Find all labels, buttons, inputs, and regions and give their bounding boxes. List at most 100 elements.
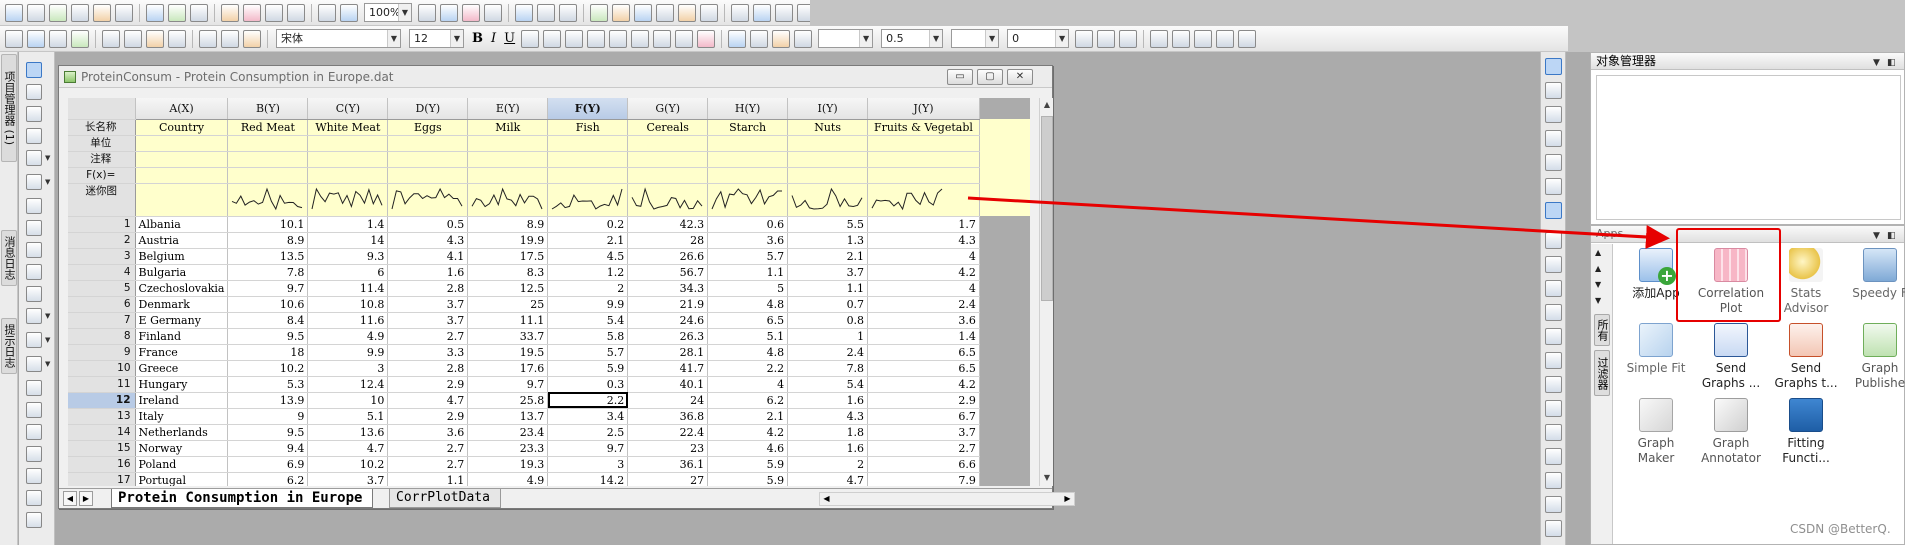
data-cell[interactable]: Poland <box>135 456 229 473</box>
data-cell[interactable]: Czechoslovakia <box>135 280 229 297</box>
row-header[interactable]: 4 <box>68 264 136 281</box>
meta-cell[interactable] <box>135 167 229 184</box>
pin-icon[interactable]: ◧ <box>1887 228 1896 244</box>
data-cell[interactable]: 23.3 <box>467 440 549 457</box>
fill-color-icon[interactable] <box>728 29 747 48</box>
data-cell[interactable]: 14 <box>307 232 389 249</box>
data-cell[interactable]: 2.8 <box>387 280 469 297</box>
meta-cell[interactable] <box>467 167 549 184</box>
data-cell[interactable]: 6 <box>307 264 389 281</box>
data-cell[interactable]: 3.4 <box>547 408 629 425</box>
worksheet-grid[interactable]: A(X) B(Y) C(Y) D(Y) E(Y) F(Y) G(Y) H(Y) I(Y) J(Y)… <box>68 98 1030 486</box>
data-cell[interactable]: 1.8 <box>787 424 869 441</box>
sheet-tab-protein-consumption[interactable]: Protein Consumption in Europe <box>111 489 374 508</box>
meta-row-label[interactable]: 注释 <box>68 151 136 168</box>
sparkline-cell[interactable] <box>307 183 389 217</box>
data-cell[interactable]: 5.9 <box>707 472 789 486</box>
apps-tab-filter[interactable]: 过滤器 <box>1594 350 1610 396</box>
save-template-icon[interactable] <box>287 3 305 22</box>
data-cell[interactable]: 13.5 <box>227 248 309 265</box>
row-header[interactable]: 12 <box>68 392 136 409</box>
data-cell[interactable]: 2.1 <box>547 232 629 249</box>
data-cell[interactable]: 4.7 <box>787 472 869 486</box>
grid-icon[interactable] <box>1545 400 1562 417</box>
statistics-plot-icon[interactable] <box>1545 202 1562 219</box>
insert-table-icon[interactable] <box>26 424 42 440</box>
data-cell[interactable]: 8.3 <box>467 264 549 281</box>
add-column-icon[interactable] <box>731 3 749 22</box>
data-cell[interactable]: 4.2 <box>867 264 980 281</box>
maximize-button[interactable]: ▢ <box>977 69 1003 85</box>
scroll-right-icon[interactable]: ▶ <box>1061 493 1074 505</box>
decrease-font-icon[interactable] <box>631 29 650 48</box>
row-header[interactable]: 7 <box>68 312 136 329</box>
layer-add-icon[interactable] <box>1545 232 1562 249</box>
data-cell[interactable]: 5.1 <box>707 328 789 345</box>
project-explorer-tab[interactable]: 项目管理器 (1) <box>1 54 17 162</box>
grid-lines-icon[interactable] <box>1097 29 1116 48</box>
app-graph-annotator[interactable]: Graph Annotator <box>1694 398 1768 473</box>
data-cell[interactable]: 1 <box>787 328 869 345</box>
data-cell[interactable]: 23.4 <box>467 424 549 441</box>
print-graph-icon[interactable] <box>1545 496 1562 513</box>
object-manager-tree[interactable] <box>1596 75 1901 220</box>
data-cell[interactable]: 19.9 <box>467 232 549 249</box>
symbol-icon[interactable] <box>794 29 813 48</box>
meta-cell[interactable] <box>867 151 980 168</box>
batch-plot-icon[interactable] <box>340 3 358 22</box>
paste-icon[interactable] <box>243 29 261 48</box>
scroll-left-icon[interactable]: ◀ <box>820 493 833 505</box>
data-cell[interactable]: 6.5 <box>707 312 789 329</box>
long-name-cell[interactable]: Cereals <box>627 119 709 136</box>
long-name-cell[interactable]: Nuts <box>787 119 869 136</box>
open-icon[interactable] <box>146 3 164 22</box>
data-cell[interactable]: 4.8 <box>707 296 789 313</box>
data-cell[interactable]: Portugal <box>135 472 229 486</box>
data-cell[interactable]: 4 <box>867 280 980 297</box>
data-cell[interactable]: 0.3 <box>547 376 629 393</box>
data-cell[interactable]: 2.8 <box>387 360 469 377</box>
data-cell[interactable]: 10.2 <box>227 360 309 377</box>
long-name-cell[interactable]: Fruits & Vegetabl <box>867 119 980 136</box>
sparkline-cell[interactable] <box>227 183 309 217</box>
meta-cell[interactable] <box>707 151 789 168</box>
row-height-icon[interactable] <box>1172 29 1191 48</box>
sparkline-icon[interactable] <box>797 3 810 22</box>
data-cell[interactable]: 2.7 <box>867 440 980 457</box>
arrow-tool-icon[interactable] <box>26 308 42 324</box>
increase-font-icon[interactable] <box>609 29 628 48</box>
data-cell[interactable]: 5.5 <box>787 216 869 233</box>
app-speedy-fit[interactable]: Speedy F <box>1843 248 1905 323</box>
command-window-icon[interactable] <box>537 3 555 22</box>
cut-icon[interactable] <box>199 29 217 48</box>
data-cell[interactable]: 4.5 <box>547 248 629 265</box>
meta-cell[interactable] <box>307 151 389 168</box>
data-cell[interactable]: 4 <box>867 248 980 265</box>
data-cell[interactable]: 2.9 <box>867 392 980 409</box>
data-cell[interactable]: 6.7 <box>867 408 980 425</box>
data-cell[interactable]: 5.8 <box>547 328 629 345</box>
data-cell[interactable]: 3 <box>307 360 389 377</box>
row-header[interactable]: 9 <box>68 344 136 361</box>
row-header[interactable]: 8 <box>68 328 136 345</box>
long-name-cell[interactable]: Country <box>135 119 229 136</box>
data-cell[interactable]: Ireland <box>135 392 229 409</box>
data-connector-icon[interactable] <box>634 3 652 22</box>
data-cell[interactable]: 12.4 <box>307 376 389 393</box>
row-header[interactable]: 2 <box>68 232 136 249</box>
underline-button[interactable]: U <box>504 31 515 46</box>
meta-cell[interactable] <box>307 135 389 152</box>
arrange-layers-icon[interactable] <box>1545 280 1562 297</box>
data-cell[interactable]: 1.4 <box>867 328 980 345</box>
data-reader-icon[interactable] <box>26 150 42 166</box>
copy-page-icon[interactable] <box>1545 472 1562 489</box>
column-header[interactable]: C(Y) <box>307 98 389 120</box>
data-cell[interactable]: 0.7 <box>787 296 869 313</box>
frame-icon[interactable] <box>1545 376 1562 393</box>
meta-cell[interactable] <box>227 135 309 152</box>
data-cell[interactable]: 6.6 <box>867 456 980 473</box>
app-send-graphs-word[interactable]: Send Graphs ... <box>1694 323 1768 398</box>
import-icon[interactable] <box>318 3 336 22</box>
data-cell[interactable]: 28 <box>627 232 709 249</box>
align-icon[interactable] <box>653 29 672 48</box>
